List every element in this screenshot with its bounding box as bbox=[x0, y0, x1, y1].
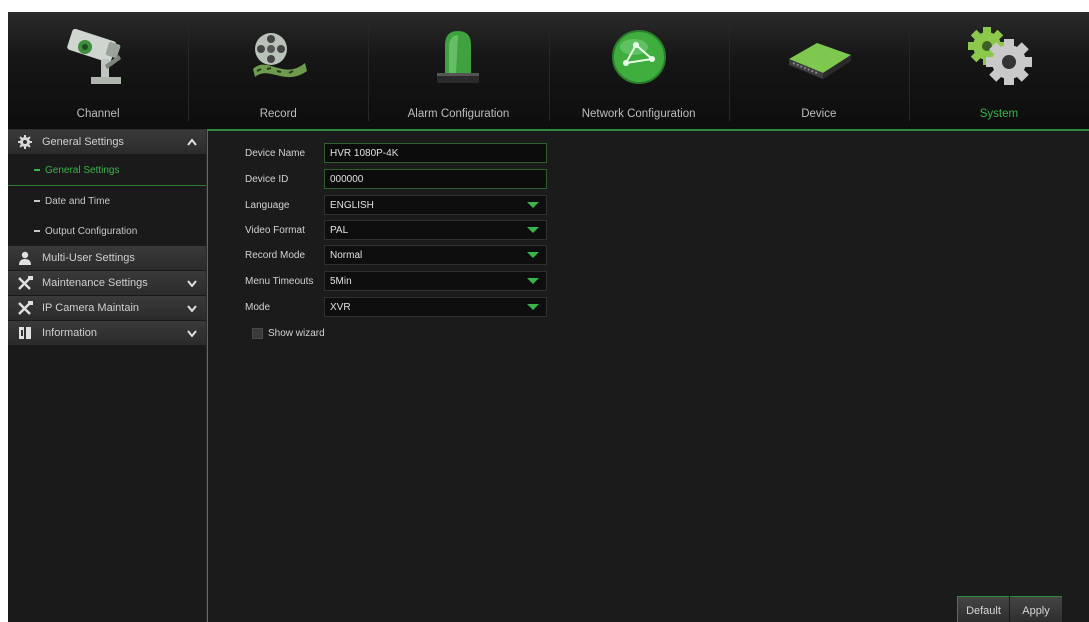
dropdown-arrow-icon[interactable] bbox=[527, 252, 539, 258]
nav-alarm-configuration[interactable]: Alarm Configuration bbox=[368, 12, 548, 129]
network-globe-icon bbox=[601, 24, 677, 90]
nav-network-configuration[interactable]: Network Configuration bbox=[548, 12, 729, 129]
sidebar-multi-user-settings[interactable]: Multi-User Settings bbox=[8, 246, 206, 271]
sidebar-section-label: Information bbox=[42, 327, 98, 339]
device-name-row: Device Name HVR 1080P-4K bbox=[245, 143, 555, 163]
sidebar-item-date-and-time[interactable]: Date and Time bbox=[8, 186, 206, 216]
sidebar-item-output-configuration[interactable]: Output Configuration bbox=[8, 216, 206, 246]
sidebar-maintenance-settings[interactable]: Maintenance Settings bbox=[8, 271, 206, 296]
device-id-row: Device ID 000000 bbox=[245, 169, 555, 189]
gear-icon bbox=[16, 134, 34, 150]
sidebar-section-label: IP Camera Maintain bbox=[42, 302, 140, 314]
dropdown-arrow-icon[interactable] bbox=[527, 227, 539, 233]
chevron-down-icon[interactable] bbox=[186, 277, 198, 289]
sidebar-ip-camera-maintain[interactable]: IP Camera Maintain bbox=[8, 296, 206, 321]
record-mode-select[interactable]: Normal bbox=[324, 245, 547, 265]
field-label: Device Name bbox=[245, 147, 306, 159]
tools-icon bbox=[16, 300, 34, 316]
security-camera-icon bbox=[60, 24, 136, 90]
nav-label: Device bbox=[801, 108, 837, 120]
menu-timeouts-select[interactable]: 5Min bbox=[324, 271, 547, 291]
sidebar-general-settings[interactable]: General Settings bbox=[8, 130, 206, 155]
sidebar-section-label: Multi-User Settings bbox=[42, 252, 135, 264]
field-label: Mode bbox=[245, 301, 271, 313]
tools-icon bbox=[16, 275, 34, 291]
show-wizard-label: Show wizard bbox=[268, 328, 325, 339]
nav-record[interactable]: Record bbox=[188, 12, 368, 129]
chevron-up-icon[interactable] bbox=[186, 136, 198, 148]
nav-channel[interactable]: Channel bbox=[8, 12, 188, 129]
field-label: Language bbox=[245, 199, 290, 211]
dash-icon bbox=[34, 230, 40, 232]
device-name-input[interactable]: HVR 1080P-4K bbox=[324, 143, 547, 163]
dash-icon bbox=[34, 200, 40, 202]
video-format-select[interactable]: PAL bbox=[324, 220, 547, 240]
select-value: Normal bbox=[330, 249, 363, 261]
chevron-down-icon[interactable] bbox=[186, 327, 198, 339]
dropdown-arrow-icon[interactable] bbox=[527, 304, 539, 310]
language-select[interactable]: ENGLISH bbox=[324, 195, 547, 215]
sidebar-information[interactable]: Information bbox=[8, 321, 206, 346]
nav-label: Alarm Configuration bbox=[407, 108, 510, 120]
apply-button[interactable]: Apply bbox=[1010, 596, 1062, 622]
alarm-siren-icon bbox=[420, 24, 496, 90]
nav-label: Network Configuration bbox=[581, 108, 696, 120]
sidebar-section-label: General Settings bbox=[42, 136, 124, 148]
sidebar: General Settings General Settings Date a… bbox=[8, 130, 207, 622]
record-mode-row: Record Mode Normal bbox=[245, 245, 555, 265]
hard-drive-icon bbox=[781, 24, 857, 90]
sidebar-section-label: Maintenance Settings bbox=[42, 277, 148, 289]
select-value: ENGLISH bbox=[330, 199, 374, 211]
show-wizard-checkbox[interactable] bbox=[252, 328, 263, 339]
nav-label: Channel bbox=[76, 108, 120, 120]
default-button[interactable]: Default bbox=[957, 596, 1009, 622]
info-book-icon bbox=[16, 325, 34, 341]
select-value: PAL bbox=[330, 224, 349, 236]
dropdown-arrow-icon[interactable] bbox=[527, 278, 539, 284]
film-reel-icon bbox=[240, 24, 316, 90]
dash-icon bbox=[34, 169, 40, 171]
nav-label: Record bbox=[259, 108, 297, 120]
show-wizard-option[interactable]: Show wizard bbox=[252, 328, 325, 339]
user-icon bbox=[16, 250, 34, 266]
sidebar-item-label: Date and Time bbox=[45, 195, 111, 207]
select-value: XVR bbox=[330, 301, 351, 313]
nav-system[interactable]: System bbox=[908, 12, 1089, 129]
language-row: Language ENGLISH bbox=[245, 195, 555, 215]
nav-label: System bbox=[979, 108, 1019, 120]
chevron-down-icon[interactable] bbox=[186, 302, 198, 314]
video-format-row: Video Format PAL bbox=[245, 220, 555, 240]
dropdown-arrow-icon[interactable] bbox=[527, 202, 539, 208]
field-label: Video Format bbox=[245, 224, 305, 236]
mode-row: Mode XVR bbox=[245, 297, 555, 317]
select-value: 5Min bbox=[330, 275, 352, 287]
field-label: Record Mode bbox=[245, 249, 306, 261]
top-navigation: Channel Record Alarm Configuration Netwo… bbox=[8, 12, 1089, 130]
sidebar-item-label: Output Configuration bbox=[45, 225, 138, 237]
dvr-settings-screen: Channel Record Alarm Configuration Netwo… bbox=[8, 12, 1089, 622]
sidebar-item-general-settings[interactable]: General Settings bbox=[8, 155, 206, 185]
nav-device[interactable]: Device bbox=[728, 12, 909, 129]
field-label: Menu Timeouts bbox=[245, 275, 314, 287]
mode-select[interactable]: XVR bbox=[324, 297, 547, 317]
device-id-input[interactable]: 000000 bbox=[324, 169, 547, 189]
sidebar-item-label: General Settings bbox=[45, 164, 120, 176]
field-label: Device ID bbox=[245, 173, 289, 185]
gears-icon bbox=[961, 24, 1037, 90]
settings-panel: Device Name HVR 1080P-4K Device ID 00000… bbox=[207, 129, 1089, 622]
menu-timeouts-row: Menu Timeouts 5Min bbox=[245, 271, 555, 291]
